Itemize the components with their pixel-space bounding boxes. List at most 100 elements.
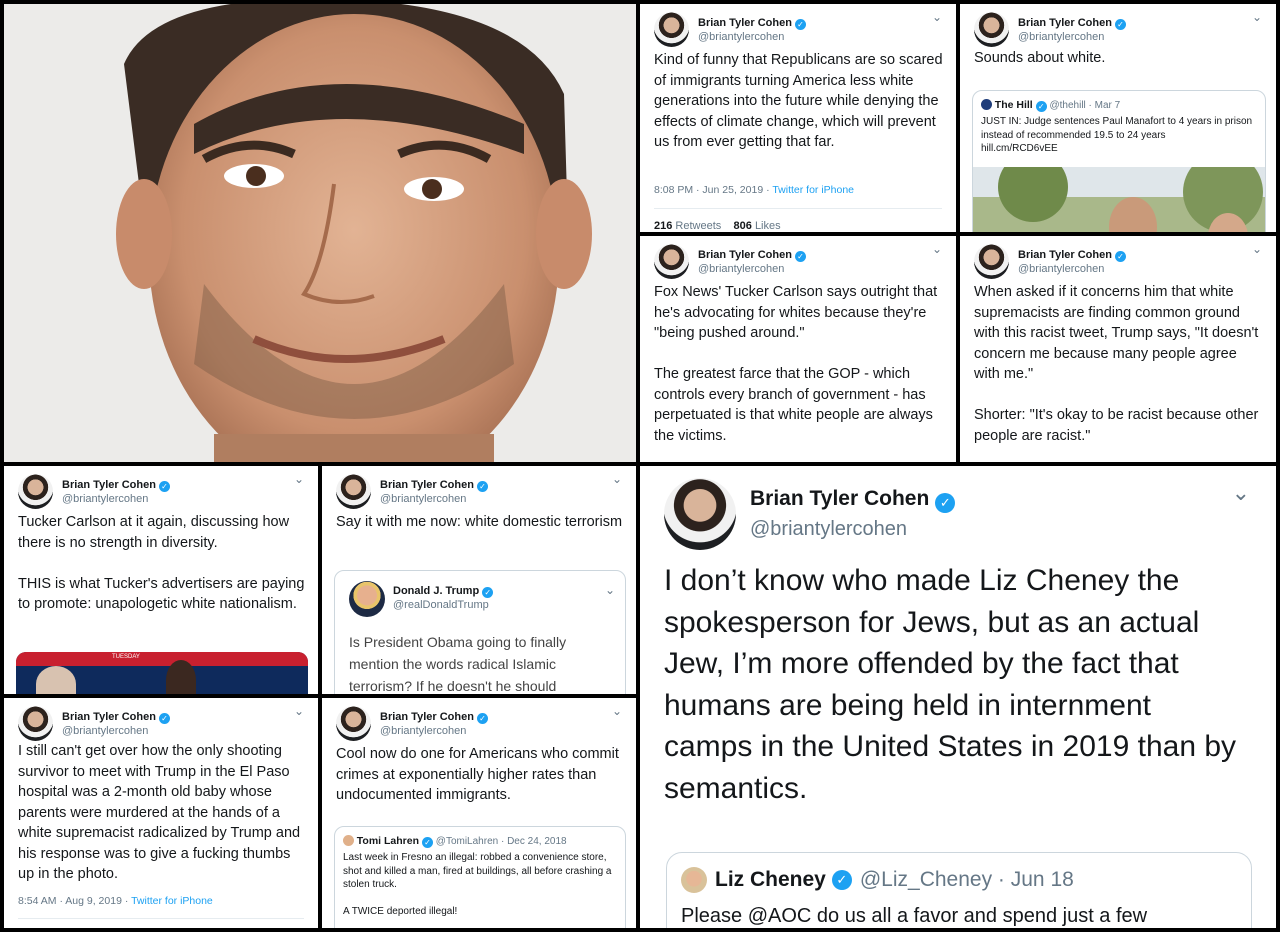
avatar[interactable] bbox=[336, 706, 371, 741]
avatar[interactable] bbox=[974, 244, 1009, 279]
tweet-card[interactable]: Brian Tyler Cohen ✓ @briantylercohen ⌄ Co… bbox=[322, 698, 636, 928]
tweet-card[interactable]: Brian Tyler Cohen ✓ @briantylercohen ⌄ Ki… bbox=[640, 4, 956, 232]
chevron-down-icon[interactable]: ⌄ bbox=[605, 583, 615, 597]
quoted-tweet-header: Liz Cheney ✓ @Liz_Cheney · Jun 18 bbox=[681, 867, 1074, 893]
tweet-card-large[interactable]: Brian Tyler Cohen ✓ @briantylercohen ⌄ I … bbox=[640, 466, 1276, 928]
author-name[interactable]: Brian Tyler Cohen bbox=[62, 711, 156, 723]
quoted-tweet-text: JUST IN: Judge sentences Paul Manafort t… bbox=[981, 116, 1253, 154]
tweet-card[interactable]: Brian Tyler Cohen ✓ @briantylercohen ⌄ Wh… bbox=[960, 236, 1276, 462]
tweet-text: Cool now do one for Americans who commit… bbox=[336, 746, 619, 803]
tweet-card[interactable]: Brian Tyler Cohen ✓ @briantylercohen ⌄ Tu… bbox=[4, 466, 318, 694]
author-handle[interactable]: @briantylercohen bbox=[698, 262, 806, 276]
chevron-down-icon[interactable]: ⌄ bbox=[294, 472, 304, 486]
tweet-header: Brian Tyler Cohen ✓ @briantylercohen bbox=[974, 244, 1126, 279]
verified-icon: ✓ bbox=[1114, 19, 1126, 30]
quoted-tweet[interactable]: The Hill ✓ @thehill · Mar 7 JUST IN: Judg… bbox=[972, 90, 1266, 232]
divider bbox=[18, 918, 304, 919]
author-name[interactable]: Brian Tyler Cohen bbox=[698, 17, 792, 29]
tweet-text: Tucker Carlson at it again, discussing h… bbox=[18, 514, 305, 612]
chevron-down-icon[interactable]: ⌄ bbox=[1232, 480, 1250, 506]
tweet-source[interactable]: Twitter for iPhone bbox=[772, 184, 854, 196]
tweet-timestamp: 8:54 AM · Aug 9, 2019 · Twitter for iPho… bbox=[18, 895, 213, 907]
retweets-label: Retweets bbox=[675, 220, 722, 232]
avatar[interactable] bbox=[18, 706, 53, 741]
chevron-down-icon[interactable]: ⌄ bbox=[612, 704, 622, 718]
quoted-avatar[interactable] bbox=[343, 835, 354, 846]
quoted-tweet[interactable]: Tomi Lahren ✓ @TomiLahren · Dec 24, 2018 … bbox=[334, 826, 626, 928]
quoted-tweet-header: Donald J. Trump ✓ @realDonaldTrump bbox=[393, 583, 494, 612]
author-handle[interactable]: @briantylercohen bbox=[1018, 30, 1126, 44]
author-name[interactable]: Brian Tyler Cohen bbox=[62, 479, 156, 491]
tweet-time[interactable]: 8:08 PM · Jun 25, 2019 · bbox=[654, 184, 770, 196]
avatar[interactable] bbox=[336, 474, 371, 509]
tweet-text: Fox News' Tucker Carlson says outright t… bbox=[654, 284, 938, 444]
media-caption: TUESDAY bbox=[112, 654, 140, 660]
tweet-text: When asked if it concerns him that white… bbox=[974, 284, 1259, 444]
quoted-author-name[interactable]: The Hill bbox=[995, 99, 1033, 111]
author-name[interactable]: Brian Tyler Cohen bbox=[380, 479, 474, 491]
author-handle[interactable]: @briantylercohen bbox=[698, 30, 806, 44]
media-banner bbox=[16, 652, 308, 666]
tweet-timestamp: 8:08 PM · Jun 25, 2019 · Twitter for iPh… bbox=[654, 184, 854, 196]
tweet-card[interactable]: Brian Tyler Cohen ✓ @briantylercohen ⌄ So… bbox=[960, 4, 1276, 232]
author-handle[interactable]: @briantylercohen bbox=[750, 515, 955, 543]
verified-icon: ✓ bbox=[482, 587, 494, 598]
tweet-header: Brian Tyler Cohen ✓ @briantylercohen bbox=[336, 706, 488, 741]
quoted-tweet[interactable]: Liz Cheney ✓ @Liz_Cheney · Jun 18 Please… bbox=[666, 852, 1252, 928]
avatar[interactable] bbox=[18, 474, 53, 509]
quoted-avatar[interactable] bbox=[349, 581, 385, 617]
chevron-down-icon[interactable]: ⌄ bbox=[932, 10, 942, 24]
tweet-header: Brian Tyler Cohen ✓ @briantylercohen bbox=[654, 12, 806, 47]
author-name[interactable]: Brian Tyler Cohen bbox=[1018, 17, 1112, 29]
author-handle[interactable]: @briantylercohen bbox=[62, 724, 170, 738]
portrait-image bbox=[4, 4, 636, 462]
tweet-card[interactable]: Brian Tyler Cohen ✓ @briantylercohen ⌄ I … bbox=[4, 698, 318, 928]
tweet-header: Brian Tyler Cohen ✓ @briantylercohen bbox=[18, 474, 170, 509]
quoted-author-handle[interactable]: @thehill · Mar 7 bbox=[1049, 100, 1120, 111]
avatar[interactable] bbox=[974, 12, 1009, 47]
likes-label: Likes bbox=[754, 220, 781, 232]
avatar[interactable] bbox=[664, 478, 736, 550]
quoted-author-name[interactable]: Donald J. Trump bbox=[393, 585, 479, 597]
author-name[interactable]: Brian Tyler Cohen bbox=[698, 249, 792, 261]
tweet-card[interactable]: Brian Tyler Cohen ✓ @briantylercohen ⌄ Fo… bbox=[640, 236, 956, 462]
chevron-down-icon[interactable]: ⌄ bbox=[1252, 10, 1262, 24]
quoted-author-handle[interactable]: @TomiLahren · Dec 24, 2018 bbox=[436, 836, 567, 847]
portrait-photo bbox=[4, 4, 636, 462]
author-handle[interactable]: @briantylercohen bbox=[380, 492, 488, 506]
author-name[interactable]: Brian Tyler Cohen bbox=[750, 487, 929, 510]
tweet-source[interactable]: Twitter for iPhone bbox=[131, 895, 213, 907]
quoted-tweet-media[interactable] bbox=[973, 167, 1266, 232]
tweet-card[interactable]: Brian Tyler Cohen ✓ @briantylercohen ⌄ Sa… bbox=[322, 466, 636, 694]
thehill-logo-icon bbox=[981, 99, 992, 110]
author-handle[interactable]: @briantylercohen bbox=[380, 724, 488, 738]
like-count[interactable]: 806 bbox=[734, 220, 752, 232]
author-handle[interactable]: @briantylercohen bbox=[1018, 262, 1126, 276]
tweet-time[interactable]: 8:54 AM · Aug 9, 2019 · bbox=[18, 895, 128, 907]
quoted-tweet[interactable]: Donald J. Trump ✓ @realDonaldTrump ⌄ Is P… bbox=[334, 570, 626, 694]
chevron-down-icon[interactable]: ⌄ bbox=[1252, 242, 1262, 256]
tweet-media[interactable]: TUESDAY bbox=[16, 652, 308, 694]
author-name[interactable]: Brian Tyler Cohen bbox=[380, 711, 474, 723]
author-handle[interactable]: @briantylercohen bbox=[62, 492, 170, 506]
author-name[interactable]: Brian Tyler Cohen bbox=[1018, 249, 1112, 261]
media-person bbox=[166, 660, 196, 694]
chevron-down-icon[interactable]: ⌄ bbox=[294, 704, 304, 718]
quoted-author-handle[interactable]: @realDonaldTrump bbox=[393, 598, 493, 612]
quoted-author-handle[interactable]: @Liz_Cheney · Jun 18 bbox=[860, 868, 1074, 892]
retweet-count[interactable]: 216 bbox=[654, 220, 672, 232]
quoted-tweet-header: The Hill ✓ @thehill · Mar 7 bbox=[981, 99, 1120, 112]
quoted-avatar[interactable] bbox=[681, 867, 707, 893]
tweet-text: Kind of funny that Republicans are so sc… bbox=[654, 52, 943, 150]
chevron-down-icon[interactable]: ⌄ bbox=[932, 242, 942, 256]
verified-icon: ✓ bbox=[476, 713, 488, 724]
quoted-author-name[interactable]: Tomi Lahren bbox=[357, 835, 419, 847]
quoted-author-name[interactable]: Liz Cheney bbox=[715, 868, 826, 892]
avatar[interactable] bbox=[654, 12, 689, 47]
quoted-tweet-text: Please @AOC do us all a favor and spend … bbox=[681, 905, 1148, 927]
tweet-header: Brian Tyler Cohen ✓ @briantylercohen bbox=[18, 706, 170, 741]
chevron-down-icon[interactable]: ⌄ bbox=[612, 472, 622, 486]
verified-icon: ✓ bbox=[476, 481, 488, 492]
tweet-header: Brian Tyler Cohen ✓ @briantylercohen bbox=[654, 244, 806, 279]
avatar[interactable] bbox=[654, 244, 689, 279]
